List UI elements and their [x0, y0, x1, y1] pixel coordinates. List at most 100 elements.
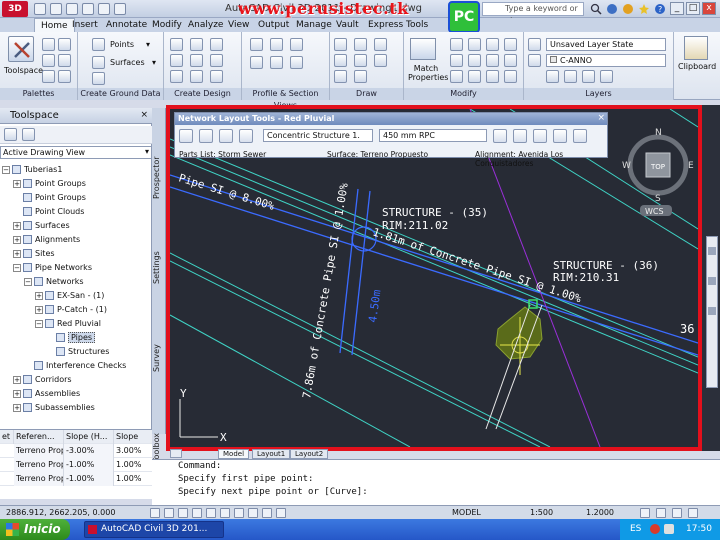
view-toggle-icon[interactable]	[4, 128, 17, 141]
expand-toggle-icon[interactable]: +	[13, 235, 21, 244]
security-icon[interactable]	[650, 524, 660, 534]
grid-header[interactable]: Slope	[114, 430, 150, 444]
tab-express-tools[interactable]: Express Tools	[362, 18, 434, 32]
toolspace-icon[interactable]	[8, 36, 34, 62]
copy-icon[interactable]	[468, 38, 481, 51]
isolate-objects-icon[interactable]	[672, 508, 682, 518]
polyline-icon[interactable]	[334, 54, 347, 67]
expand-toggle-icon[interactable]: +	[13, 403, 21, 412]
block-icon[interactable]	[354, 70, 367, 83]
model-space-toggle[interactable]: MODEL	[452, 506, 481, 519]
layer-freeze-icon[interactable]	[546, 70, 559, 83]
tab-prospector[interactable]: Prospector	[152, 148, 166, 208]
ortho-icon[interactable]	[178, 508, 188, 518]
quick-properties-icon[interactable]	[276, 508, 286, 518]
pan-icon[interactable]	[708, 247, 716, 255]
dyn-icon[interactable]	[248, 508, 258, 518]
circle-icon[interactable]	[374, 38, 387, 51]
grid-header[interactable]: Referen...	[14, 430, 64, 444]
expand-toggle-icon[interactable]: −	[24, 277, 32, 286]
erase-icon[interactable]	[450, 70, 463, 83]
fillet-icon[interactable]	[504, 54, 517, 67]
assembly-icon[interactable]	[210, 70, 223, 83]
expand-toggle-icon[interactable]: +	[13, 249, 21, 258]
array-icon[interactable]	[504, 70, 517, 83]
layer-on-icon[interactable]	[528, 54, 541, 67]
grading-icon[interactable]	[210, 38, 223, 51]
table-row[interactable]: Terreno Prop-1.00% 1.00%	[0, 472, 152, 486]
stretch-icon[interactable]	[486, 38, 499, 51]
close-icon[interactable]: ×	[140, 110, 148, 120]
redo-icon[interactable]	[98, 3, 110, 15]
chevron-down-icon[interactable]: ▾	[152, 58, 156, 67]
tab-vault[interactable]: Vault	[330, 18, 365, 32]
communication-icon[interactable]	[622, 3, 634, 15]
table-cell[interactable]: 3.00%	[114, 444, 150, 458]
offset-icon[interactable]	[486, 70, 499, 83]
table-cell[interactable]: 1.00%	[114, 458, 150, 472]
new-icon[interactable]	[34, 3, 46, 15]
section-view-icon[interactable]	[270, 38, 283, 51]
language-indicator[interactable]: ES	[630, 519, 641, 540]
alignment-icon[interactable]	[170, 54, 183, 67]
annotation-scale[interactable]: 1:500	[530, 506, 553, 519]
arc-icon[interactable]	[354, 38, 367, 51]
structure-select[interactable]: Concentric Structure 1.	[263, 129, 373, 142]
expand-toggle-icon[interactable]: −	[13, 263, 21, 272]
search-input[interactable]: Type a keyword or phrase	[482, 2, 584, 25]
tool-palettes-icon[interactable]	[58, 70, 71, 83]
draw-pipes-structures-icon[interactable]	[493, 129, 507, 143]
tree-item[interactable]: − Pipe Networks	[2, 261, 150, 275]
refresh-icon[interactable]	[22, 128, 35, 141]
favorites-icon[interactable]	[638, 3, 650, 15]
polar-icon[interactable]	[192, 508, 202, 518]
close-icon[interactable]: ×	[597, 113, 605, 123]
layer-match-icon[interactable]	[600, 70, 613, 83]
osnap-icon[interactable]	[206, 508, 216, 518]
subscription-icon[interactable]	[606, 3, 618, 15]
surface-icon[interactable]	[219, 129, 233, 143]
command-prompt[interactable]: Specify next pipe point or [Curve]:	[152, 486, 720, 499]
mass-haul-icon[interactable]	[290, 56, 303, 69]
tab-insert[interactable]: Insert	[66, 18, 104, 32]
maximize-button[interactable]: □	[686, 2, 700, 15]
toolbox-icon[interactable]	[58, 54, 71, 67]
grid-header[interactable]: Slope (H...	[64, 430, 114, 444]
pipe-network-icon[interactable]	[170, 70, 183, 83]
minimize-button[interactable]: _	[670, 2, 684, 15]
zoom-value[interactable]: 1.2000	[586, 506, 614, 519]
otrack-icon[interactable]	[220, 508, 230, 518]
undo-icon[interactable]	[82, 3, 94, 15]
taskbar-item-autocad[interactable]: AutoCAD Civil 3D 201...	[84, 521, 224, 538]
grid-icon[interactable]	[164, 508, 174, 518]
corridor-icon[interactable]	[210, 54, 223, 67]
tree-item[interactable]: + Corridors	[2, 373, 150, 387]
grid-header[interactable]: et	[0, 430, 14, 444]
scale-icon[interactable]	[468, 54, 481, 67]
survey-icon[interactable]	[42, 54, 55, 67]
surfaces-icon[interactable]	[92, 56, 105, 69]
lock-icon[interactable]	[656, 508, 666, 518]
tree-item[interactable]: + Alignments	[2, 233, 150, 247]
open-icon[interactable]	[50, 3, 62, 15]
tree-item[interactable]: + Sites	[2, 247, 150, 261]
text-icon[interactable]	[334, 70, 347, 83]
tree-item[interactable]: Interference Checks	[2, 359, 150, 373]
profile-icon[interactable]	[190, 54, 203, 67]
tree-item[interactable]: − Tuberias1	[2, 163, 150, 177]
match-properties-button[interactable]: Match Properties	[408, 64, 448, 82]
trim-icon[interactable]	[486, 54, 499, 67]
expand-toggle-icon[interactable]: +	[13, 221, 21, 230]
settings-icon[interactable]	[58, 38, 71, 51]
clipboard-button[interactable]: Clipboard	[678, 62, 716, 71]
zoom-icon[interactable]	[708, 277, 716, 285]
tab-model[interactable]: Model	[218, 449, 250, 459]
plot-icon[interactable]	[114, 3, 126, 15]
chevron-down-icon[interactable]: ▾	[146, 40, 150, 49]
tab-survey[interactable]: Survey	[152, 336, 166, 381]
parcel-icon[interactable]	[170, 38, 183, 51]
navigation-bar[interactable]	[706, 236, 718, 388]
layer-state-select[interactable]: Unsaved Layer State	[546, 38, 666, 51]
tree-item[interactable]: + Surfaces	[2, 219, 150, 233]
explode-icon[interactable]	[468, 70, 481, 83]
